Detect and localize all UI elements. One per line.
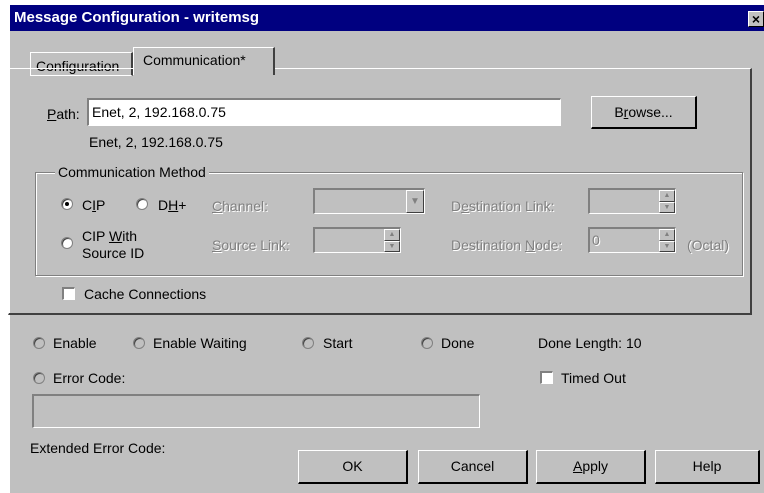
cancel-button[interactable]: Cancel (418, 450, 528, 484)
cache-connections-label: Cache Connections (84, 286, 207, 302)
timed-out-label: Timed Out (561, 370, 626, 386)
cache-connections-checkbox[interactable] (62, 287, 75, 300)
spin-down-icon[interactable]: ▼ (659, 201, 675, 213)
error-code-indicator (33, 372, 45, 384)
destination-node-label: Destination Node: (451, 237, 563, 253)
spin-up-icon[interactable]: ▲ (659, 229, 675, 241)
cip-with-source-label: CIP With (82, 228, 137, 244)
path-input-value: Enet, 2, 192.168.0.75 (92, 104, 226, 120)
apply-button[interactable]: Apply (536, 450, 646, 484)
window-title: Message Configuration - writemsg (14, 9, 260, 26)
cip-radio[interactable] (61, 198, 73, 210)
channel-label: Channel: (212, 198, 269, 214)
cip-label: CIP (82, 197, 106, 213)
channel-dropdown[interactable]: ▼ (313, 188, 425, 214)
source-id-label: Source ID (82, 245, 145, 261)
dhplus-label: DH+ (158, 197, 187, 213)
done-indicator (421, 337, 433, 349)
title-bar[interactable]: Message Configuration - writemsg × (10, 5, 764, 31)
enable-waiting-indicator (133, 337, 145, 349)
chevron-down-icon[interactable]: ▼ (406, 190, 424, 213)
spin-up-icon[interactable]: ▲ (659, 190, 675, 202)
tab-communication[interactable]: Communication* (133, 47, 275, 75)
source-link-label: Source Link: (212, 237, 290, 253)
destination-link-spinner[interactable]: ▲ ▼ (588, 188, 676, 214)
dhplus-radio[interactable] (136, 198, 148, 210)
resolved-path-text: Enet, 2, 192.168.0.75 (89, 134, 223, 150)
octal-label: (Octal) (687, 237, 729, 253)
destination-node-value: 0 (592, 232, 600, 248)
start-indicator (302, 337, 314, 349)
destination-node-spinner[interactable]: 0 ▲ ▼ (588, 227, 676, 253)
tab-communication-label: Communication* (143, 52, 246, 68)
enable-waiting-label: Enable Waiting (153, 335, 247, 351)
timed-out-checkbox (540, 371, 553, 384)
enable-label: Enable (53, 335, 97, 351)
error-code-label: Error Code: (53, 370, 126, 386)
path-input[interactable]: Enet, 2, 192.168.0.75 (87, 98, 561, 126)
spin-down-icon[interactable]: ▼ (384, 240, 400, 252)
ok-button[interactable]: OK (298, 450, 408, 484)
done-label: Done (441, 335, 475, 351)
enable-indicator (33, 337, 45, 349)
help-button[interactable]: Help (655, 450, 760, 484)
done-length-text: Done Length: 10 (538, 335, 642, 351)
browse-button[interactable]: Browse... (591, 96, 697, 129)
spin-up-icon[interactable]: ▲ (384, 229, 400, 241)
error-text-box (32, 394, 480, 428)
source-link-spinner[interactable]: ▲ ▼ (313, 227, 401, 253)
start-label: Start (323, 335, 353, 351)
path-label: Path: (47, 106, 80, 122)
extended-error-code-label: Extended Error Code: (30, 440, 166, 456)
destination-link-label: Destination Link: (451, 198, 555, 214)
spin-down-icon[interactable]: ▼ (659, 240, 675, 252)
communication-method-title: Communication Method (55, 164, 209, 180)
close-icon[interactable]: × (748, 11, 764, 27)
cip-with-source-radio[interactable] (61, 237, 73, 249)
